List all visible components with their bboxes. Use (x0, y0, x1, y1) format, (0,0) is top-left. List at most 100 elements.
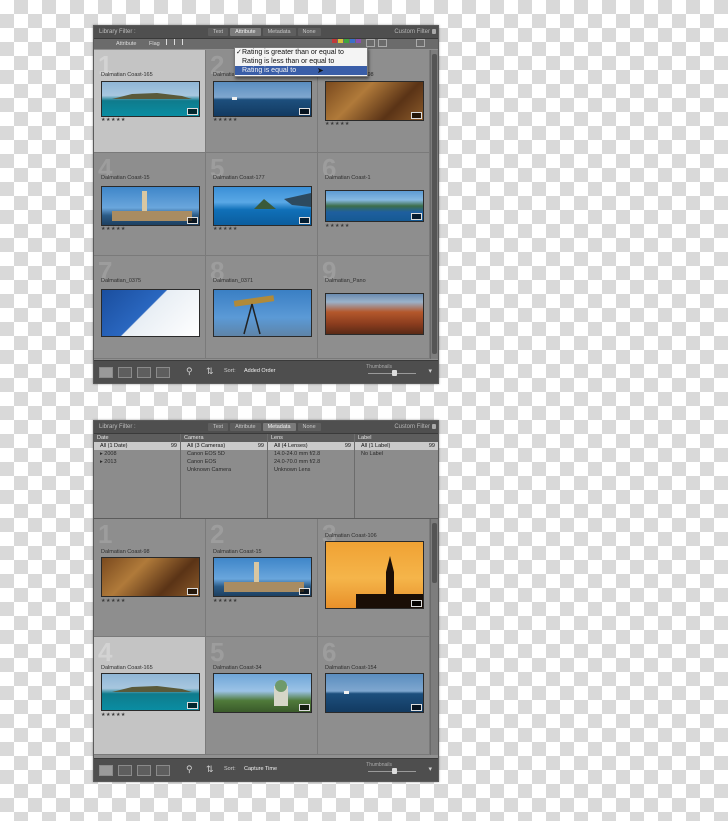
photo-thumbnail[interactable] (213, 557, 312, 597)
grid-scrollbar[interactable] (430, 519, 438, 755)
star-rating[interactable]: ★★★★★ (101, 598, 126, 604)
column-row[interactable]: No Label (355, 450, 438, 458)
loupe-view-button[interactable] (118, 367, 132, 378)
rating-condition-menu[interactable]: ✓ Rating is greater than or equal to Rat… (234, 47, 368, 77)
unflagged-icon[interactable] (174, 39, 180, 45)
column-row[interactable]: Unknown Lens (268, 466, 354, 474)
grid-cell[interactable]: 5 Dalmatian Coast-177 ★★★★★ (206, 153, 318, 256)
tab-none[interactable]: None (297, 423, 321, 431)
grid-cell[interactable]: 1 Dalmatian Coast-98 ★★★★★ (94, 519, 206, 637)
column-row[interactable]: Canon EOS 5D (181, 450, 267, 458)
sort-direction-icon[interactable]: ⇅ (206, 764, 214, 775)
grid-cell[interactable]: 8 Dalmatian_0371 (206, 256, 318, 359)
column-row[interactable]: 14.0-24.0 mm f/2.8 (268, 450, 354, 458)
tab-metadata[interactable]: Metadata (262, 28, 296, 36)
filter-preset-menu[interactable]: Custom Filter (394, 26, 430, 38)
column-row[interactable]: Unknown Camera (181, 466, 267, 474)
tab-text[interactable]: Text (208, 423, 229, 431)
spray-can-icon[interactable]: ⚲ (186, 366, 193, 377)
kind-master-icon[interactable] (366, 39, 375, 47)
star-rating[interactable]: ★★★★★ (101, 712, 126, 718)
photo-thumbnail[interactable] (101, 289, 200, 337)
grid-cell[interactable]: 1 Dalmatian Coast-165 ★★★★★ (94, 50, 206, 153)
survey-view-button[interactable] (156, 765, 170, 776)
reject-flag-icon[interactable] (182, 39, 188, 45)
green-label-chip[interactable] (344, 39, 349, 43)
sort-menu[interactable]: Capture Time (244, 766, 277, 772)
photo-thumbnail[interactable] (325, 541, 424, 609)
star-rating[interactable]: ★★★★★ (213, 598, 238, 604)
sort-menu[interactable]: Added Order (244, 368, 276, 374)
column-header[interactable]: Camera (181, 434, 267, 442)
star-rating[interactable]: ★★★★★ (101, 226, 126, 232)
column-header[interactable]: Date (94, 434, 180, 442)
tab-none[interactable]: None (297, 28, 321, 36)
compare-view-button[interactable] (137, 765, 151, 776)
menu-item-greater-equal[interactable]: ✓ Rating is greater than or equal to (235, 48, 367, 57)
photo-thumbnail[interactable] (213, 81, 312, 117)
column-row[interactable]: 24.0-70.0 mm f/2.8 (268, 458, 354, 466)
photo-thumbnail[interactable] (101, 557, 200, 597)
loupe-view-button[interactable] (118, 765, 132, 776)
column-row[interactable]: ▸ 2008 (94, 450, 180, 458)
photo-thumbnail[interactable] (213, 673, 312, 713)
toolbar-menu-arrow-icon[interactable]: ▾ (428, 765, 432, 773)
toolbar-menu-arrow-icon[interactable]: ▾ (428, 367, 432, 375)
grid-cell[interactable]: 4 Dalmatian Coast-165 ★★★★★ (94, 637, 206, 755)
star-rating[interactable]: ★★★★★ (325, 121, 350, 127)
sort-direction-icon[interactable]: ⇅ (206, 366, 214, 377)
column-row[interactable]: Canon EOS (181, 458, 267, 466)
photo-thumbnail[interactable] (101, 186, 200, 226)
grid-cell[interactable]: 4 Dalmatian Coast-15 ★★★★★ (94, 153, 206, 256)
spray-can-icon[interactable]: ⚲ (186, 764, 193, 775)
tab-text[interactable]: Text (208, 28, 229, 36)
star-rating[interactable]: ★★★★★ (213, 226, 238, 232)
tab-attribute[interactable]: Attribute (230, 28, 261, 36)
grid-cell[interactable]: 9 Dalmatian_Pano (318, 256, 430, 359)
menu-item-less-equal[interactable]: Rating is less than or equal to (235, 57, 367, 66)
thumbnail-size-slider[interactable] (368, 370, 416, 376)
star-rating[interactable]: ★★★★★ (213, 117, 238, 123)
grid-cell[interactable]: 2 Dalmatian Coast-15 ★★★★★ (206, 519, 318, 637)
column-row[interactable]: ▸ 2013 (94, 458, 180, 466)
column-header[interactable]: Label (355, 434, 438, 442)
grid-cell[interactable]: 7 Dalmatian_0375 (94, 256, 206, 359)
photo-thumbnail[interactable] (101, 673, 200, 711)
purple-label-chip[interactable] (356, 39, 361, 43)
photo-thumbnail[interactable] (213, 186, 312, 226)
column-header[interactable]: Lens (268, 434, 354, 442)
slider-knob[interactable] (392, 370, 397, 376)
column-row[interactable]: All (3 Cameras) 99 (181, 442, 267, 450)
star-rating[interactable]: ★★★★★ (325, 223, 350, 229)
lock-icon[interactable] (432, 424, 436, 429)
grid-cell[interactable]: 6 Dalmatian Coast-154 (318, 637, 430, 755)
compare-view-button[interactable] (137, 367, 151, 378)
blue-label-chip[interactable] (350, 39, 355, 43)
photo-thumbnail[interactable] (325, 673, 424, 713)
photo-thumbnail[interactable] (213, 289, 312, 337)
survey-view-button[interactable] (156, 367, 170, 378)
star-rating[interactable]: ★★★★★ (101, 117, 126, 123)
photo-thumbnail[interactable] (101, 81, 200, 117)
photo-thumbnail[interactable] (325, 190, 424, 222)
grid-cell[interactable]: 6 Dalmatian Coast-1 ★★★★★ (318, 153, 430, 256)
grid-cell[interactable]: 3 Dalmatian Coast-106 (318, 519, 430, 637)
pick-flag-icon[interactable] (166, 39, 172, 45)
scrollbar-thumb[interactable] (432, 54, 437, 354)
red-label-chip[interactable] (332, 39, 337, 43)
menu-item-equal[interactable]: Rating is equal to ➤ (235, 66, 367, 75)
column-row[interactable]: All (4 Lenses) 99 (268, 442, 354, 450)
photo-thumbnail[interactable] (325, 81, 424, 121)
kind-video-icon[interactable] (416, 39, 425, 47)
tab-attribute[interactable]: Attribute (230, 423, 261, 431)
slider-knob[interactable] (392, 768, 397, 774)
column-row[interactable]: All (1 Label) 99 (355, 442, 438, 450)
grid-view-button[interactable] (99, 367, 113, 378)
lock-icon[interactable] (432, 29, 436, 34)
tab-metadata[interactable]: Metadata (262, 423, 296, 431)
kind-virtual-copy-icon[interactable] (378, 39, 387, 47)
filter-preset-menu[interactable]: Custom Filter (394, 421, 430, 433)
grid-view-button[interactable] (99, 765, 113, 776)
grid-cell[interactable]: 5 Dalmatian Coast-34 (206, 637, 318, 755)
column-row[interactable]: All (1 Date) 99 (94, 442, 180, 450)
